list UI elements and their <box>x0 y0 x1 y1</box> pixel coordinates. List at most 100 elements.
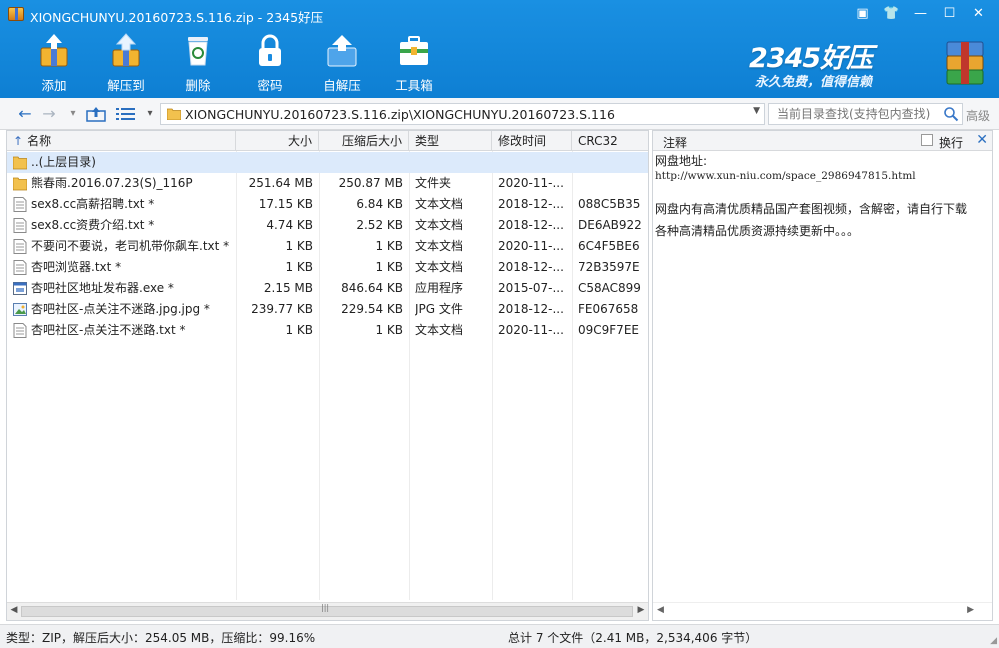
extract-to-button[interactable]: 解压到 <box>90 28 162 96</box>
exe-file-icon <box>13 282 27 295</box>
resize-grip-icon[interactable]: ◢ <box>990 636 997 646</box>
window-title: XIONGCHUNYU.20160723.S.116.zip - 2345好压 <box>30 10 324 25</box>
search-input[interactable] <box>769 104 941 124</box>
toolbox-icon <box>400 36 428 65</box>
scroll-left-icon[interactable]: ◀ <box>657 605 664 615</box>
comment-paragraph: 各种高清精品优质资源持续更新中。。。 <box>655 224 860 238</box>
col-packed[interactable]: 压缩后大小 <box>319 131 409 151</box>
file-modified: 2020-11-... <box>498 239 564 253</box>
file-type: 应用程序 <box>415 281 464 295</box>
col-name[interactable]: ↑ 名称 <box>7 131 236 151</box>
text-file-icon <box>13 260 27 275</box>
password-label: 密码 <box>257 78 283 93</box>
file-crc: DE6AB922 <box>578 218 642 232</box>
table-row[interactable]: sex8.cc资费介绍.txt * 4.74 KB 2.52 KB 文本文档 2018-… <box>7 215 648 236</box>
table-row[interactable]: 不要问不要说，老司机带你飙车.txt * 1 KB 1 KB 文本文档 2020-11-… <box>7 236 648 257</box>
table-row[interactable]: 杏吧社区-点关注不迷路.txt * 1 KB 1 KB 文本文档 2020-11-...… <box>7 320 648 341</box>
app-archive-icon <box>8 7 24 21</box>
back-arrow-icon[interactable]: ← <box>14 104 36 124</box>
path-field[interactable]: XIONGCHUNYU.20160723.S.116.zip\XIONGCHUN… <box>160 103 765 125</box>
up-folder-icon[interactable] <box>86 106 106 122</box>
comment-horizontal-scrollbar[interactable]: ◀ ▶ <box>653 602 992 620</box>
file-modified <box>498 152 566 173</box>
file-name: ..(上层目录) <box>31 155 96 169</box>
file-modified: 2018-12-... <box>498 260 564 274</box>
file-size: 1 KB <box>285 323 313 337</box>
comment-title: 注释 <box>663 136 688 150</box>
scroll-left-icon[interactable]: ◀ <box>7 605 21 615</box>
column-header: ↑ 名称 大小 压缩后大小 类型 修改时间 CRC32 <box>7 131 648 151</box>
self-extract-icon <box>327 35 357 67</box>
trash-icon <box>188 37 208 66</box>
file-size: 1 KB <box>285 260 313 274</box>
file-size: 2.15 MB <box>263 281 313 295</box>
view-list-icon[interactable] <box>116 107 136 121</box>
path-text: XIONGCHUNYU.20160723.S.116.zip\XIONGCHUN… <box>185 107 615 122</box>
path-dropdown-icon[interactable]: ▼ <box>753 106 760 116</box>
file-name: 不要问不要说，老司机带你飙车.txt * <box>31 239 230 253</box>
table-row[interactable]: 熊春雨.2016.07.23(S)_116P 251.64 MB 250.87 MB… <box>7 173 648 194</box>
scroll-right-icon[interactable]: ▶ <box>634 605 648 615</box>
table-row[interactable]: 杏吧社区-点关注不迷路.jpg.jpg * 239.77 KB 229.54 KB J… <box>7 299 648 320</box>
password-button[interactable]: 密码 <box>234 28 306 96</box>
file-packed: 229.54 KB <box>341 302 403 316</box>
table-row[interactable]: 杏吧浏览器.txt * 1 KB 1 KB 文本文档 2018-12-... 72B359… <box>7 257 648 278</box>
advanced-search-link[interactable]: 高级 <box>966 107 990 124</box>
file-crc: 6C4F5BE6 <box>578 239 640 253</box>
wrap-checkbox[interactable] <box>921 134 933 146</box>
brand-area: 2345好压 永久免费，值得信赖 <box>749 36 984 92</box>
file-crc: 088C5B35 <box>578 197 641 211</box>
col-name-label: 名称 <box>27 134 52 148</box>
add-button[interactable]: 添加 <box>18 28 90 96</box>
file-modified: 2018-12-... <box>498 218 564 232</box>
file-size: 251.64 MB <box>248 176 313 190</box>
self-extract-button[interactable]: 自解压 <box>306 28 378 96</box>
file-packed: 6.84 KB <box>356 197 403 211</box>
file-name: sex8.cc资费介绍.txt * <box>31 218 155 232</box>
file-name: 杏吧社区-点关注不迷路.jpg.jpg * <box>31 302 210 316</box>
file-name: 熊春雨.2016.07.23(S)_116P <box>31 176 193 190</box>
table-row[interactable]: sex8.cc高薪招聘.txt * 17.15 KB 6.84 KB 文本文档 2018… <box>7 194 648 215</box>
sort-arrow-icon: ↑ <box>13 134 24 148</box>
close-icon[interactable]: ✕ <box>976 132 988 148</box>
delete-button[interactable]: 删除 <box>162 28 234 96</box>
col-crc[interactable]: CRC32 <box>572 131 648 151</box>
col-type[interactable]: 类型 <box>409 131 492 151</box>
scroll-grip-icon: ||| <box>321 603 330 612</box>
history-dropdown-icon[interactable]: ▾ <box>62 104 84 124</box>
folder-icon <box>13 177 27 191</box>
main-toolbar: 添加 解压到 删除 密码 自解压 工具箱 <box>18 28 450 96</box>
col-modified[interactable]: 修改时间 <box>492 131 572 151</box>
file-name: 杏吧浏览器.txt * <box>31 260 122 274</box>
brand-slogan: 永久免费，值得信赖 <box>755 75 873 90</box>
scroll-right-icon[interactable]: ▶ <box>967 605 974 615</box>
file-crc <box>578 173 642 194</box>
file-packed: 250.87 MB <box>338 176 403 190</box>
file-modified: 2015-07-... <box>498 281 564 295</box>
file-crc: 09C9F7EE <box>578 323 639 337</box>
comment-panel: 注释 换行 ✕ 网盘地址: http://www.xun-niu.com/spa… <box>652 130 993 621</box>
file-packed: 1 KB <box>375 260 403 274</box>
file-size: 4.74 KB <box>266 218 313 232</box>
search-icon[interactable] <box>943 106 959 122</box>
main-menu-button[interactable]: ▣ <box>848 4 877 24</box>
table-row[interactable]: 杏吧社区地址发布器.exe * 2.15 MB 846.64 KB 应用程序 2015-… <box>7 278 648 299</box>
view-dropdown-icon[interactable]: ▾ <box>139 104 161 124</box>
table-row[interactable]: ..(上层目录) <box>7 152 648 173</box>
close-button[interactable]: ✕ <box>964 4 993 24</box>
file-type: 文本文档 <box>415 218 464 232</box>
image-file-icon <box>13 303 27 316</box>
extract-to-label: 解压到 <box>107 78 145 93</box>
forward-arrow-icon[interactable]: → <box>38 104 60 124</box>
address-bar: ← → ▾ ▾ XIONGCHUNYU.20160723.S.116.zip\X… <box>0 98 999 130</box>
horizontal-scrollbar[interactable]: ◀ ||| ▶ <box>7 602 648 620</box>
skin-button[interactable]: 👕 <box>877 4 906 24</box>
file-name: 杏吧社区-点关注不迷路.txt * <box>31 323 186 337</box>
col-size[interactable]: 大小 <box>236 131 319 151</box>
maximize-button[interactable]: ☐ <box>935 4 964 24</box>
text-file-icon <box>13 239 27 254</box>
file-name: sex8.cc高薪招聘.txt * <box>31 197 155 211</box>
toolbox-button[interactable]: 工具箱 <box>378 28 450 96</box>
minimize-button[interactable]: — <box>906 4 935 24</box>
comment-text[interactable]: 网盘地址: http://www.xun-niu.com/space_29869… <box>653 152 980 244</box>
